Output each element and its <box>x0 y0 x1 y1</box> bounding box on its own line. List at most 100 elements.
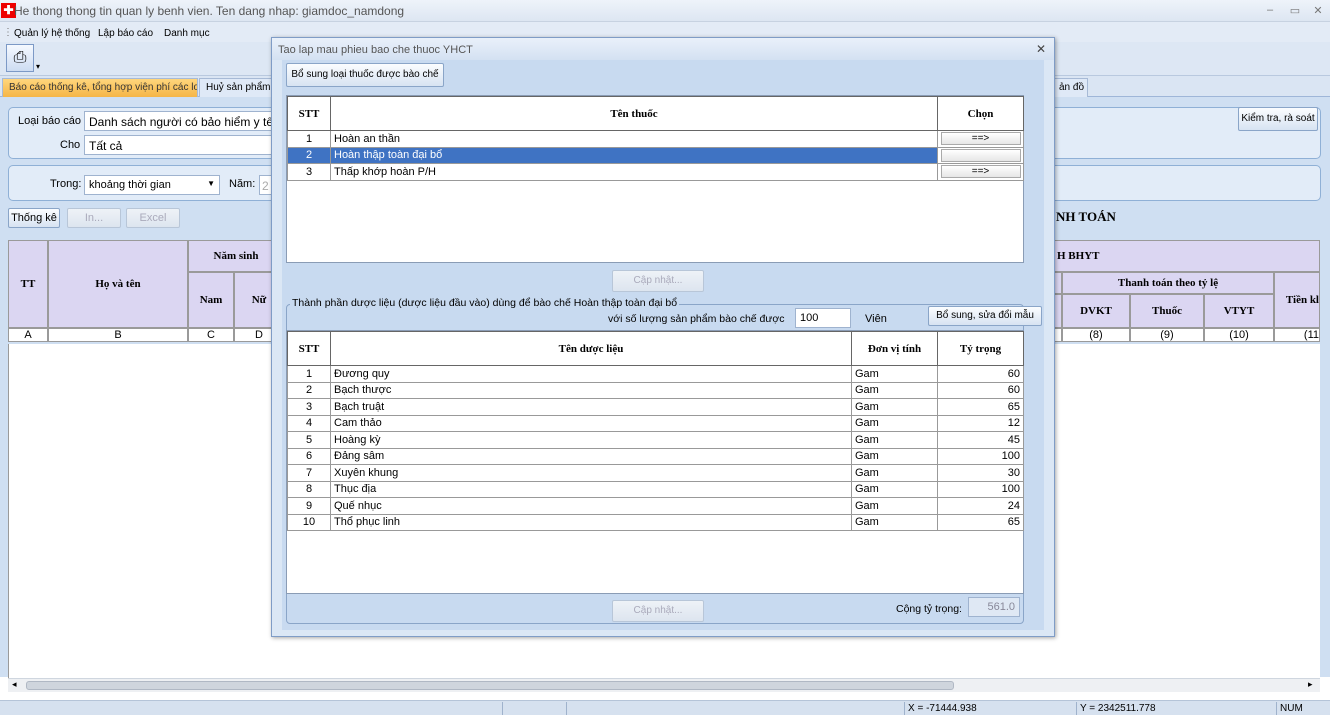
ingredient-name: Bạch truật <box>330 398 852 416</box>
key-10: (10) <box>1204 328 1274 342</box>
ingredient-stt: 3 <box>287 398 331 416</box>
chon-button[interactable]: ==> <box>940 165 1021 179</box>
so-luong-field[interactable]: 100 <box>795 308 851 328</box>
window-title: He thong thong tin quan ly benh vien. Te… <box>14 4 405 18</box>
dialog-titlebar: Tao lap mau phieu bao che thuoc YHCT ✕ <box>272 38 1054 60</box>
medicine-name: Thấp khớp hoàn P/H <box>330 163 938 181</box>
scroll-right-icon[interactable]: ▸ <box>1308 679 1313 690</box>
status-cell-empty-1 <box>502 702 566 715</box>
tab-ban-do[interactable]: ản đồ <box>1052 78 1088 97</box>
ingredient-ratio: 30 <box>937 464 1024 482</box>
trong-select[interactable]: khoảng thời gian ▼ <box>84 175 220 195</box>
ingredient-row[interactable]: 10 Thổ phục linh Gam 65 <box>287 513 1024 531</box>
medicine-name: Hoàn thập toàn đại bổ <box>330 146 938 164</box>
ingredient-stt: 9 <box>287 497 331 515</box>
close-icon[interactable]: ✕ <box>1310 4 1326 18</box>
menu-quan-ly-he-thong[interactable]: Quản lý hệ thống <box>14 28 90 39</box>
ingredient-stt: 8 <box>287 480 331 498</box>
ingredient-row[interactable]: 5 Hoàng kỳ Gam 45 <box>287 431 1024 449</box>
ingredient-ratio: 100 <box>937 447 1024 465</box>
thong-ke-button[interactable]: Thống kê <box>8 208 60 228</box>
close-icon[interactable]: ✕ <box>1036 42 1046 56</box>
excel-button[interactable]: Excel <box>126 208 180 228</box>
ingredient-group-title: Thành phần dược liệu (dược liệu đầu vào)… <box>290 297 680 309</box>
ingredient-row[interactable]: 7 Xuyên khung Gam 30 <box>287 464 1024 482</box>
medicine-row[interactable]: 3 Thấp khớp hoàn P/H ==> <box>287 163 1024 181</box>
medicine-stt: 1 <box>287 130 331 148</box>
header-dvkt: DVKT <box>1062 294 1130 328</box>
ingredient-unit: Gam <box>851 431 938 449</box>
scroll-thumb[interactable] <box>26 681 954 690</box>
header-thuoc: Thuốc <box>1130 294 1204 328</box>
cap-nhat-button[interactable]: Cập nhật... <box>612 270 704 292</box>
ingredient-stt: 5 <box>287 431 331 449</box>
kiem-tra-button[interactable]: Kiểm tra, rà soát <box>1238 107 1318 131</box>
ingredient-stt: 4 <box>287 414 331 432</box>
header-stt: STT <box>287 331 331 366</box>
status-bar: X = -71444.938 Y = 2342511.778 NUM <box>0 700 1330 715</box>
status-cell-empty-2 <box>566 702 904 715</box>
cap-nhat-button-2[interactable]: Cập nhật... <box>612 600 704 622</box>
ingredient-row[interactable]: 2 Bạch thược Gam 60 <box>287 381 1024 399</box>
ingredient-row[interactable]: 1 Đương quy Gam 60 <box>287 365 1024 383</box>
ingredient-unit: Gam <box>851 381 938 399</box>
header-tien: Tiền kl <box>1274 272 1320 328</box>
chon-button[interactable]: ==> <box>940 132 1021 146</box>
cong-ty-trong-field: 561.0 <box>968 597 1020 617</box>
cong-ty-trong-label: Cộng tỷ trọng: <box>896 603 962 615</box>
nam-label: Năm: <box>229 178 256 190</box>
horizontal-scrollbar[interactable]: ◂ ▸ <box>8 678 1320 692</box>
bo-sung-sua-doi-mau-button[interactable]: Bổ sung, sửa đổi mẫu <box>928 306 1042 326</box>
ingredient-ratio: 60 <box>937 381 1024 399</box>
window-titlebar: ✚ He thong thong tin quan ly benh vien. … <box>0 0 1330 22</box>
dialog-tao-lap-mau-phieu: Tao lap mau phieu bao che thuoc YHCT ✕ B… <box>271 37 1055 637</box>
header-spacer-2 <box>1054 294 1062 328</box>
ingredient-row[interactable]: 8 Thục địa Gam 100 <box>287 480 1024 498</box>
header-ho-va-ten: Họ và tên <box>48 240 188 328</box>
scroll-left-icon[interactable]: ◂ <box>12 679 17 690</box>
tab-bao-cao-thong-ke[interactable]: Báo cáo thống kê, tổng hợp viện phí các … <box>2 78 198 97</box>
ingredient-row[interactable]: 6 Đảng sâm Gam 100 <box>287 447 1024 465</box>
ingredient-ratio: 65 <box>937 398 1024 416</box>
chevron-down-icon: ▼ <box>207 179 215 188</box>
key-11: (11 <box>1274 328 1320 342</box>
dropdown-arrow-icon[interactable]: ▾ <box>36 62 40 71</box>
medicine-row-selected[interactable]: 2 Hoàn thập toàn đại bổ <box>287 146 1024 164</box>
cho-field[interactable]: Tất cả <box>84 135 284 155</box>
header-ten-duoc-lieu: Tên dược liệu <box>330 331 852 366</box>
in-button[interactable]: In... <box>67 208 121 228</box>
bo-sung-loai-thuoc-button[interactable]: Bổ sung loại thuốc được bào chế <box>286 63 444 87</box>
status-x: X = -71444.938 <box>904 702 1076 715</box>
ingredient-row[interactable]: 9 Quế nhục Gam 24 <box>287 497 1024 515</box>
so-luong-label: với số lượng sản phẩm bào chế được <box>608 313 785 325</box>
ingredient-unit: Gam <box>851 464 938 482</box>
header-spacer <box>1054 272 1062 294</box>
ingredient-ratio: 65 <box>937 513 1024 531</box>
ingredient-row[interactable]: 4 Cam thảo Gam 12 <box>287 414 1024 432</box>
header-vtyt: VTYT <box>1204 294 1274 328</box>
minimize-icon[interactable]: – <box>1262 4 1278 18</box>
ingredient-row[interactable]: 3 Bạch truật Gam 65 <box>287 398 1024 416</box>
restore-icon[interactable]: ▭ <box>1287 4 1303 18</box>
ingredient-name: Bạch thược <box>330 381 852 399</box>
loai-bao-cao-field[interactable]: Danh sách người có bảo hiểm y tế k <box>84 111 284 131</box>
chon-button[interactable] <box>940 148 1021 162</box>
ingredient-stt: 7 <box>287 464 331 482</box>
medicine-stt: 3 <box>287 163 331 181</box>
status-y: Y = 2342511.778 <box>1076 702 1246 715</box>
report-title-fragment: NH TOÁN <box>1056 209 1116 224</box>
ingredient-name: Thục địa <box>330 480 852 498</box>
ingredient-unit: Gam <box>851 414 938 432</box>
menu-danh-muc[interactable]: Danh mục <box>164 28 210 39</box>
ingredient-unit: Gam <box>851 365 938 383</box>
menu-lap-bao-cao[interactable]: Lập báo cáo <box>98 28 153 39</box>
medicine-row[interactable]: 1 Hoàn an thần ==> <box>287 130 1024 148</box>
header-nam-sinh: Năm sinh <box>188 240 284 272</box>
ingredient-ratio: 12 <box>937 414 1024 432</box>
trong-label: Trong: <box>50 178 82 190</box>
ingredient-name: Đương quy <box>330 365 852 383</box>
header-chon: Chọn <box>937 96 1024 131</box>
tab-huy-san-pham[interactable]: Huỷ sản phẩm h <box>199 78 273 97</box>
ingredient-name: Đảng sâm <box>330 447 852 465</box>
report-export-icon[interactable]: ⎙ <box>6 44 34 72</box>
